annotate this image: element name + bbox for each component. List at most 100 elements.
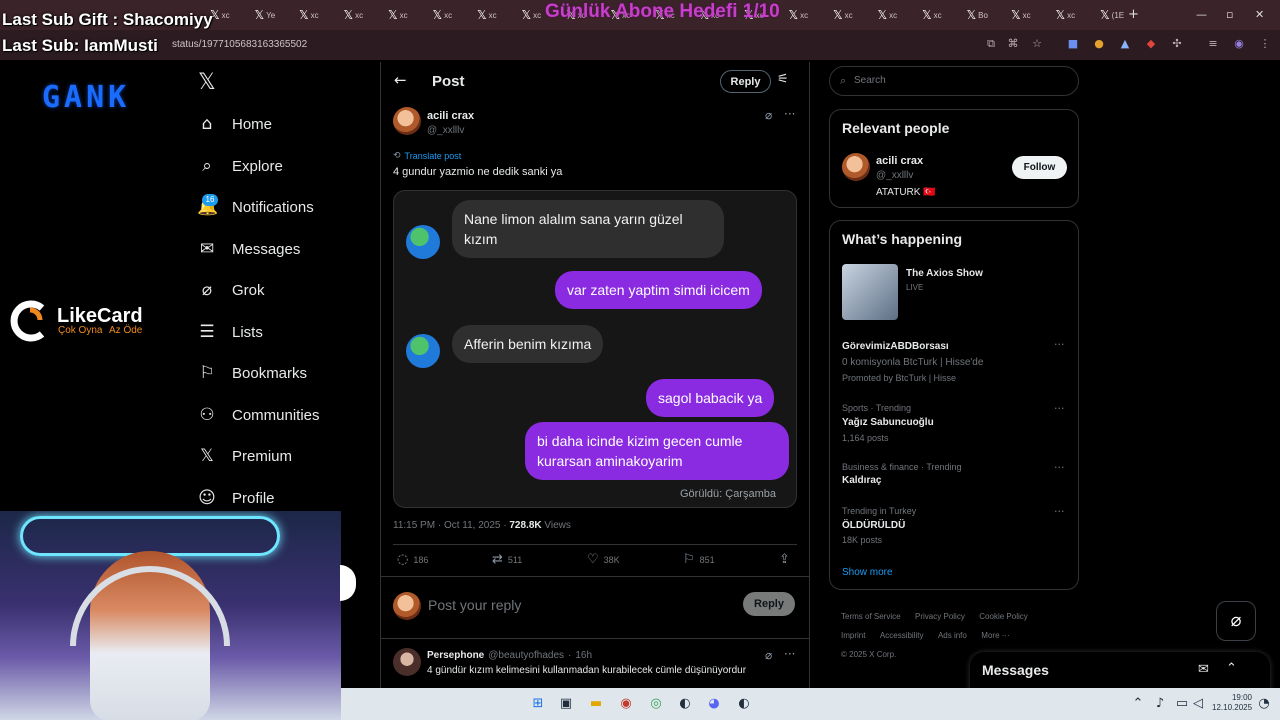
sidebar-item-explore[interactable]: ⌕ Explore [197,153,283,179]
share-action[interactable]: ⇪ [779,552,790,567]
like-action[interactable]: ♡ 38K [587,552,620,567]
footer-link[interactable]: More ··· [981,631,1009,640]
translate-icon[interactable]: ⌘ [1006,37,1020,51]
follow-button[interactable]: Follow [1012,156,1067,179]
bell-icon[interactable]: ◔ [1256,696,1272,712]
author-name[interactable]: acili crax [427,110,474,122]
footer-link[interactable]: Accessibility [880,631,924,640]
browser-tab[interactable]: 𝕏xc [344,6,384,24]
start-icon[interactable]: ⊞ [530,696,546,712]
network-icon[interactable]: ▭ [1174,696,1190,712]
new-message-icon[interactable]: ✉ [1198,662,1209,677]
browser-tab[interactable]: 𝕏xc [388,6,428,24]
restore-icon[interactable]: ▫ [1226,8,1233,21]
more-icon[interactable]: ··· [1054,338,1065,351]
media-icon[interactable]: ≡ [1206,37,1220,51]
footer-link[interactable]: Ads info [938,631,967,640]
volume-icon[interactable]: ◁ [1190,696,1206,712]
grok-floating-button[interactable]: ⌀ [1216,601,1256,641]
repost-action[interactable]: ⇄ 511 [492,552,522,567]
microphone-icon[interactable]: ♪ [1152,696,1168,712]
more-icon[interactable]: ··· [1054,461,1065,474]
cast-icon[interactable]: ⧉ [984,37,998,51]
post-image[interactable]: Nane limon alalım sana yarın güzel kızım… [393,190,797,508]
bookmark-action[interactable]: ⚐ 851 [683,552,715,567]
clock[interactable]: 19:00 12.10.2025 [1212,693,1252,713]
more-icon[interactable]: ··· [784,647,795,661]
trend-name[interactable]: Yağız Sabuncuoğlu [842,417,934,428]
sidebar-item-home[interactable]: ⌂ Home [197,111,272,137]
reply-input[interactable]: Post your reply [428,597,521,613]
browser-tab[interactable]: 𝕏xc [833,6,873,24]
footer-link[interactable]: Cookie Policy [979,612,1027,621]
reply-author-handle[interactable]: @beautyofhades [488,650,564,661]
url-field[interactable]: status/1977105683163365502 [172,39,307,50]
chevron-up-icon[interactable]: ⌃ [1226,661,1237,676]
grok-icon[interactable]: ⌀ [765,648,772,662]
back-arrow-icon[interactable]: ← [394,71,407,89]
extension-icon[interactable]: ▲ [1118,37,1132,51]
browser-tab[interactable]: 𝕏xc [878,6,918,24]
chevron-up-icon[interactable]: ⌃ [1130,696,1146,712]
messages-drawer[interactable]: Messages ✉ ⌃ [970,652,1270,692]
sidebar-item-premium[interactable]: 𝕏 Premium [197,443,292,469]
footer-link[interactable]: Terms of Service [841,612,901,621]
browser-tab[interactable]: 𝕏xc [433,6,473,24]
browser-tab[interactable]: 𝕏xc [922,6,962,24]
profile-icon[interactable]: ◉ [1232,37,1246,51]
browser-tab[interactable]: 𝕏 Bo [967,6,1007,24]
browser-tab[interactable]: 𝕏xc [1011,6,1051,24]
sidebar-item-messages[interactable]: ✉ Messages [197,236,301,262]
star-icon[interactable]: ☆ [1030,37,1044,51]
show-more-link[interactable]: Show more [842,567,893,578]
more-icon[interactable]: ··· [1054,402,1065,415]
browser-tab[interactable]: 𝕏xc [1056,6,1096,24]
reply-author-name[interactable]: Persephone [427,650,484,661]
minimize-icon[interactable]: — [1196,8,1207,21]
browser-tab[interactable]: 𝕏xc [210,6,250,24]
browser-tab[interactable]: 𝕏xc [789,6,829,24]
trend-name[interactable]: ÖLDÜRÜLDÜ [842,520,905,531]
folder-icon[interactable]: ▬ [588,696,604,712]
extension-icon[interactable]: ● [1092,37,1106,51]
live-thumbnail[interactable] [842,264,898,320]
x-logo-icon[interactable]: 𝕏 [198,70,216,95]
more-icon[interactable]: ··· [1054,505,1065,518]
person-handle[interactable]: @_xxlllv [876,170,913,181]
extension-icon[interactable]: ■ [1066,37,1080,51]
reply-action[interactable]: ◌ 186 [397,552,428,567]
extension-icon[interactable]: ◆ [1144,37,1158,51]
sidebar-item-profile[interactable]: ☺ Profile [197,485,274,511]
discord-icon[interactable]: ◕ [706,696,722,712]
close-window-icon[interactable]: ✕ [1255,8,1264,21]
browser-tab[interactable]: 𝕏xc [477,6,517,24]
promo-name[interactable]: GörevimizABDBorsası [842,341,949,352]
app-icon[interactable]: ◐ [677,696,693,712]
reply-submit-button[interactable]: Reply [743,592,795,616]
author-handle[interactable]: @_xxlllv [427,125,464,136]
avatar[interactable] [393,648,421,676]
menu-icon[interactable]: ⋮ [1258,37,1272,51]
reply-header-button[interactable]: Reply [720,70,771,93]
footer-link[interactable]: Privacy Policy [915,612,965,621]
app-icon[interactable]: ◐ [736,696,752,712]
browser-tab[interactable]: 𝕏xc [299,6,339,24]
grok-icon[interactable]: ⌀ [765,108,772,122]
search-box[interactable]: ⌕ Search [829,66,1079,96]
chrome-icon[interactable]: ◎ [648,696,664,712]
trend-name[interactable]: Kaldıraç [842,475,881,486]
filter-icon[interactable]: ⚟ [777,72,789,87]
browser-tab[interactable]: 𝕏 Ye [255,6,295,24]
puzzle-icon[interactable]: ✣ [1170,37,1184,51]
new-tab-button[interactable]: + [1128,7,1139,22]
task-view-icon[interactable]: ▣ [558,696,574,712]
app-icon[interactable]: ◉ [618,696,634,712]
translate-post-link[interactable]: ⟲ Translate post [393,151,461,161]
footer-link[interactable]: Imprint [841,631,865,640]
sidebar-item-lists[interactable]: ☰ Lists [197,319,262,345]
search-input[interactable]: Search [854,75,886,86]
sidebar-item-communities[interactable]: ⚇ Communities [197,402,319,428]
more-icon[interactable]: ··· [784,107,795,121]
person-name[interactable]: acili crax [876,155,923,167]
sidebar-item-bookmarks[interactable]: ⚐ Bookmarks [197,360,307,386]
